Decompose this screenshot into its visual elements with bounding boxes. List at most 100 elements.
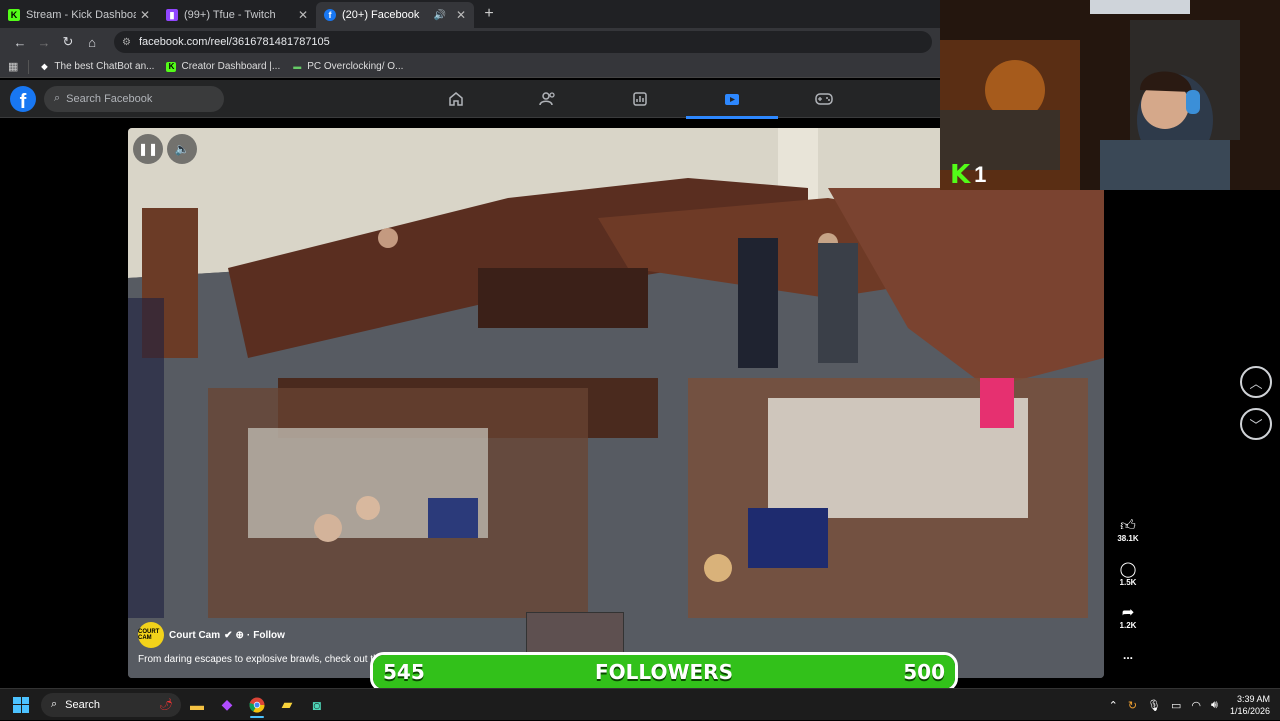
file-explorer-icon[interactable]: ▬ xyxy=(183,691,211,719)
facebook-header: f ⌕ Search Facebook xyxy=(0,80,940,119)
previous-reel-button[interactable]: ︿ xyxy=(1240,366,1272,398)
separator: · xyxy=(246,629,251,641)
bookmark-label: The best ChatBot an... xyxy=(54,61,155,72)
goal-current: 545 xyxy=(383,660,425,684)
bookmark-label: Creator Dashboard |... xyxy=(181,61,281,72)
close-icon[interactable]: ✕ xyxy=(140,8,150,22)
windows-taskbar: ⌕ Search 🌶 ▬ ◆ ▰ ◙ ⌃ ↻ 🎙︎ ▭ ◠ 🔊︎ 3:39 AM… xyxy=(0,688,1280,720)
pc-icon: ▬ xyxy=(293,62,302,71)
globe-icon: ⊕ xyxy=(235,629,244,641)
chatbot-icon: ◆ xyxy=(41,62,48,71)
search-icon: ⌕ xyxy=(54,92,61,104)
tab-title: (99+) Tfue - Twitch xyxy=(184,9,276,21)
system-tray: ⌃ ↻ 🎙︎ ▭ ◠ 🔊︎ 3:39 AM 1/16/2026 xyxy=(1099,689,1270,721)
video-icon xyxy=(725,94,739,105)
nav-gaming[interactable] xyxy=(778,80,870,118)
thumbs-up-icon: 👍︎ xyxy=(1120,517,1136,534)
chevron-up-icon[interactable]: ⌃ xyxy=(1109,699,1118,712)
chevron-up-icon: ︿ xyxy=(1249,375,1263,391)
kick-icon: K xyxy=(166,61,177,72)
next-reel-button[interactable]: ﹀ xyxy=(1240,408,1272,440)
nav-video[interactable] xyxy=(686,80,778,119)
search-placeholder: Search Facebook xyxy=(66,92,153,105)
goal-label: FOLLOWERS xyxy=(595,660,733,684)
tab-title: (20+) Facebook xyxy=(342,9,420,21)
follow-button[interactable]: Follow xyxy=(253,630,285,641)
nav-friends[interactable] xyxy=(502,80,594,118)
sticky-notes-icon[interactable]: ▰ xyxy=(273,691,301,719)
kick-icon: K xyxy=(950,160,971,190)
close-icon[interactable]: ✕ xyxy=(456,8,466,22)
share-button[interactable]: ➦ 1.2K xyxy=(1114,605,1142,631)
display-icon[interactable]: ▭ xyxy=(1171,699,1181,712)
home-icon xyxy=(449,92,463,106)
new-tab-button[interactable]: + xyxy=(478,3,500,25)
bookmark-creator-dashboard[interactable]: K Creator Dashboard |... xyxy=(166,61,280,72)
nav-dashboard[interactable] xyxy=(594,80,686,118)
tab-strip: K Stream - Kick Dashboard ✕ ▮ (99+) Tfue… xyxy=(0,0,940,28)
more-icon: ... xyxy=(1122,648,1133,662)
tab-facebook[interactable]: f (20+) Facebook 🔊 ✕ xyxy=(316,2,474,28)
author-name[interactable]: Court Cam xyxy=(169,630,220,641)
app-icon[interactable]: ◆ xyxy=(213,691,241,719)
close-icon[interactable]: ✕ xyxy=(298,8,308,22)
webcam-frame xyxy=(940,0,1280,190)
home-icon[interactable]: ⌂ xyxy=(80,30,104,54)
apps-icon[interactable]: ▦ xyxy=(8,60,18,73)
dashboard-icon xyxy=(633,92,647,106)
kick-viewer-badge: K 1 xyxy=(950,160,986,190)
tab-kick-dashboard[interactable]: K Stream - Kick Dashboard ✕ xyxy=(0,2,158,28)
pause-button[interactable]: ❚❚ xyxy=(133,134,163,164)
url-bar[interactable]: ⚙ facebook.com/reel/3616781481787105 xyxy=(114,31,932,53)
gaming-icon xyxy=(815,93,833,105)
chevron-down-icon: ﹀ xyxy=(1249,417,1263,433)
kick-viewer-count: 1 xyxy=(974,162,987,187)
comment-button[interactable]: ◯ 1.5K xyxy=(1114,562,1142,588)
taskbar-search-label: Search xyxy=(65,698,101,711)
bookmark-pc-overclocking[interactable]: ▬ PC Overclocking/ O... xyxy=(292,61,403,72)
bookmark-chatbot[interactable]: ◆ The best ChatBot an... xyxy=(39,61,154,72)
more-options-button[interactable]: ... xyxy=(1114,648,1142,662)
forward-icon[interactable]: → xyxy=(32,30,56,54)
taskbar-search[interactable]: ⌕ Search 🌶 xyxy=(41,692,181,717)
facebook-logo-icon[interactable]: f xyxy=(10,85,36,112)
speaker-icon[interactable]: 🔊 xyxy=(433,10,445,21)
volume-icon[interactable]: 🔊︎ xyxy=(1211,699,1218,712)
microphone-icon[interactable]: 🎙︎ xyxy=(1147,699,1161,712)
volume-button[interactable]: 🔈 xyxy=(167,134,197,164)
like-count: 38.1K xyxy=(1117,534,1139,543)
like-button[interactable]: 👍︎ 38.1K xyxy=(1114,517,1142,544)
facebook-icon: f xyxy=(324,9,336,21)
nav-home[interactable] xyxy=(410,80,502,118)
kick-icon: K xyxy=(8,9,20,21)
chili-icon: 🌶 xyxy=(159,699,173,711)
share-count: 1.2K xyxy=(1119,621,1137,630)
chrome-icon[interactable] xyxy=(243,691,271,719)
address-bar-row: ← → ↻ ⌂ ⚙ facebook.com/reel/361678148178… xyxy=(0,28,940,56)
date: 1/16/2026 xyxy=(1229,706,1270,716)
comment-count: 1.5K xyxy=(1119,578,1137,587)
friends-icon xyxy=(539,92,555,106)
followers-goal-bar: 545 FOLLOWERS 500 xyxy=(370,652,958,692)
facebook-search-input[interactable]: ⌕ Search Facebook xyxy=(44,85,224,112)
reload-icon[interactable]: ↻ xyxy=(56,30,80,54)
clock[interactable]: 3:39 AM 1/16/2026 xyxy=(1230,693,1270,717)
verified-icon: ✔ xyxy=(224,629,233,641)
time: 3:39 AM xyxy=(1236,694,1270,704)
windows-start-icon[interactable] xyxy=(13,696,29,713)
twitch-icon: ▮ xyxy=(166,9,178,21)
facebook-nav xyxy=(410,80,870,119)
chrome-logo xyxy=(249,697,265,713)
reel-video[interactable] xyxy=(128,128,1104,678)
goal-text: 545 FOLLOWERS 500 xyxy=(373,655,955,689)
wifi-icon[interactable]: ◠ xyxy=(1191,699,1201,712)
site-info-icon[interactable]: ⚙ xyxy=(122,37,131,48)
streamer-webcam: K 1 xyxy=(940,0,1280,190)
tab-twitch[interactable]: ▮ (99+) Tfue - Twitch ✕ xyxy=(158,2,316,28)
network-status-icon[interactable]: ↻ xyxy=(1128,699,1137,712)
obs-icon[interactable]: ◙ xyxy=(303,691,331,719)
tab-title: Stream - Kick Dashboard xyxy=(26,9,136,21)
bookmark-label: PC Overclocking/ O... xyxy=(307,61,404,72)
avatar[interactable]: COURT CAM xyxy=(138,622,164,648)
back-icon[interactable]: ← xyxy=(8,30,32,54)
